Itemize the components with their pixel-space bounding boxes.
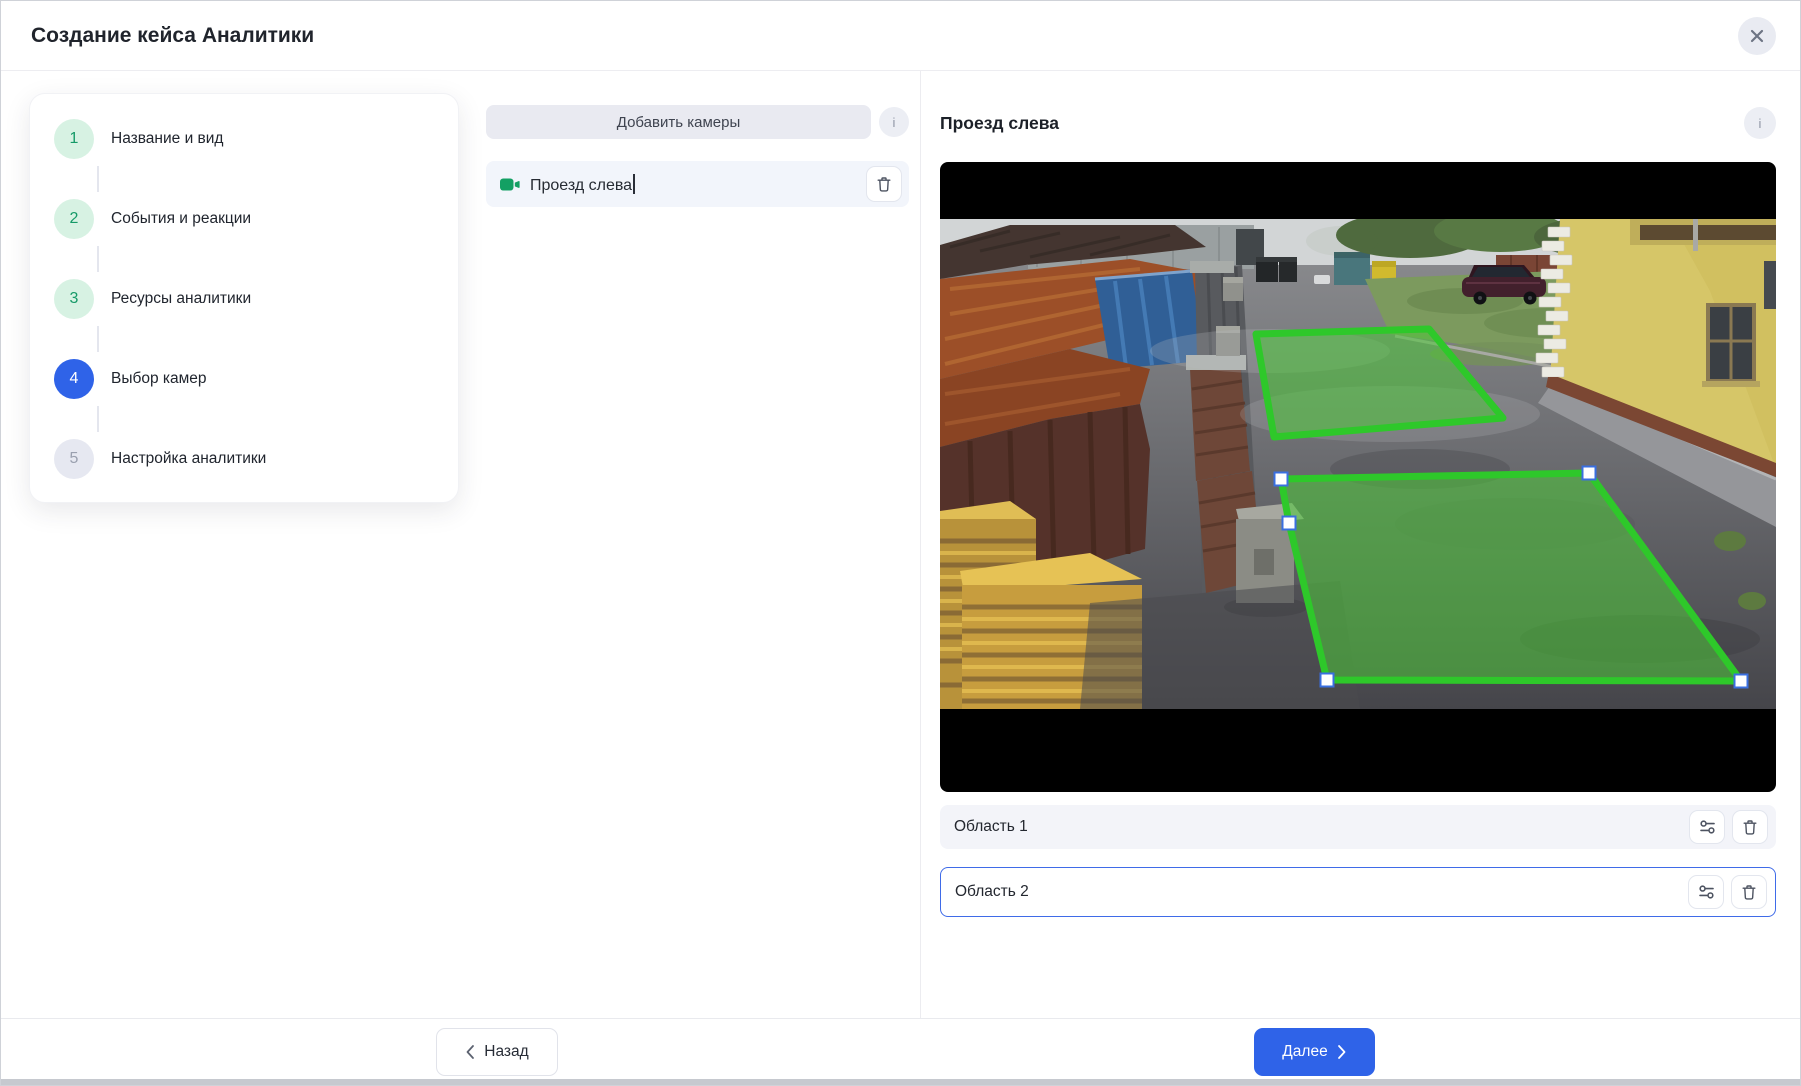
sliders-icon <box>1698 884 1715 900</box>
area-handle[interactable] <box>1283 517 1296 530</box>
step-2-label: События и реакции <box>111 210 251 228</box>
text-caret <box>633 174 635 194</box>
area-2-settings-button[interactable] <box>1688 875 1724 909</box>
sliders-icon <box>1699 819 1716 835</box>
back-button[interactable]: Назад <box>436 1028 558 1076</box>
back-button-label: Назад <box>484 1043 528 1061</box>
areas-list: Область 1 <box>940 805 1776 935</box>
area-handle[interactable] <box>1275 473 1288 486</box>
step-2-number: 2 <box>54 199 94 239</box>
camera-list-item[interactable]: Проезд слева <box>486 161 909 207</box>
wizard-stepper: 1 Название и вид 2 События и реакции 3 Р… <box>29 93 459 503</box>
step-3-number: 3 <box>54 279 94 319</box>
window-bottom-edge <box>1 1079 1800 1085</box>
step-4-camera-selection[interactable]: 4 Выбор камер <box>54 359 458 399</box>
step-5-label: Настройка аналитики <box>111 450 266 468</box>
camera-frame <box>940 162 1776 792</box>
step-3-analytics-resources[interactable]: 3 Ресурсы аналитики <box>54 279 458 319</box>
column-divider <box>920 71 921 1018</box>
camera-preview-panel: Проезд слева i <box>940 103 1776 143</box>
dialog-header: Создание кейса Аналитики <box>1 1 1800 71</box>
next-button[interactable]: Далее <box>1254 1028 1375 1076</box>
create-analytics-case-dialog: Создание кейса Аналитики 1 Название и ви… <box>0 0 1801 1086</box>
next-button-label: Далее <box>1282 1043 1327 1061</box>
close-button[interactable] <box>1738 17 1776 55</box>
trash-icon <box>1742 819 1758 836</box>
area-handle[interactable] <box>1321 674 1334 687</box>
step-connector <box>97 246 99 272</box>
step-connector <box>97 406 99 432</box>
camera-preview-title: Проезд слева <box>940 103 1059 143</box>
step-4-label: Выбор камер <box>111 370 207 388</box>
chevron-left-icon <box>465 1044 475 1060</box>
delete-camera-button[interactable] <box>866 166 902 202</box>
area-1-label: Область 1 <box>954 818 1028 836</box>
trash-icon <box>1741 884 1757 901</box>
step-2-events-reactions[interactable]: 2 События и реакции <box>54 199 458 239</box>
chevron-right-icon <box>1337 1044 1347 1060</box>
add-cameras-button[interactable]: Добавить камеры <box>486 105 871 139</box>
step-1-name-and-type[interactable]: 1 Название и вид <box>54 119 458 159</box>
area-row-1[interactable]: Область 1 <box>940 805 1776 849</box>
camera-icon <box>500 178 520 191</box>
cameras-info-button[interactable]: i <box>879 107 909 137</box>
step-1-number: 1 <box>54 119 94 159</box>
step-5-analytics-settings[interactable]: 5 Настройка аналитики <box>54 439 458 479</box>
area-1-settings-button[interactable] <box>1689 810 1725 844</box>
area-handle[interactable] <box>1583 467 1596 480</box>
area-handle[interactable] <box>1735 675 1748 688</box>
area-1-delete-button[interactable] <box>1732 810 1768 844</box>
step-connector <box>97 166 99 192</box>
preview-info-button[interactable]: i <box>1744 107 1776 139</box>
area-2-delete-button[interactable] <box>1731 875 1767 909</box>
cameras-column: Добавить камеры i Проезд слева <box>486 105 909 207</box>
step-connector <box>97 326 99 352</box>
dialog-title: Создание кейса Аналитики <box>31 1 314 71</box>
step-3-label: Ресурсы аналитики <box>111 290 251 308</box>
trash-icon <box>876 176 892 193</box>
area-2-label: Область 2 <box>955 883 1029 901</box>
area-row-2[interactable]: Область 2 <box>940 867 1776 917</box>
camera-frame-image <box>940 219 1776 709</box>
camera-name-field[interactable]: Проезд слева <box>530 174 635 195</box>
step-4-number: 4 <box>54 359 94 399</box>
close-icon <box>1749 28 1765 44</box>
dialog-footer: Назад Далее <box>1 1018 1800 1081</box>
step-5-number: 5 <box>54 439 94 479</box>
step-1-label: Название и вид <box>111 130 223 148</box>
